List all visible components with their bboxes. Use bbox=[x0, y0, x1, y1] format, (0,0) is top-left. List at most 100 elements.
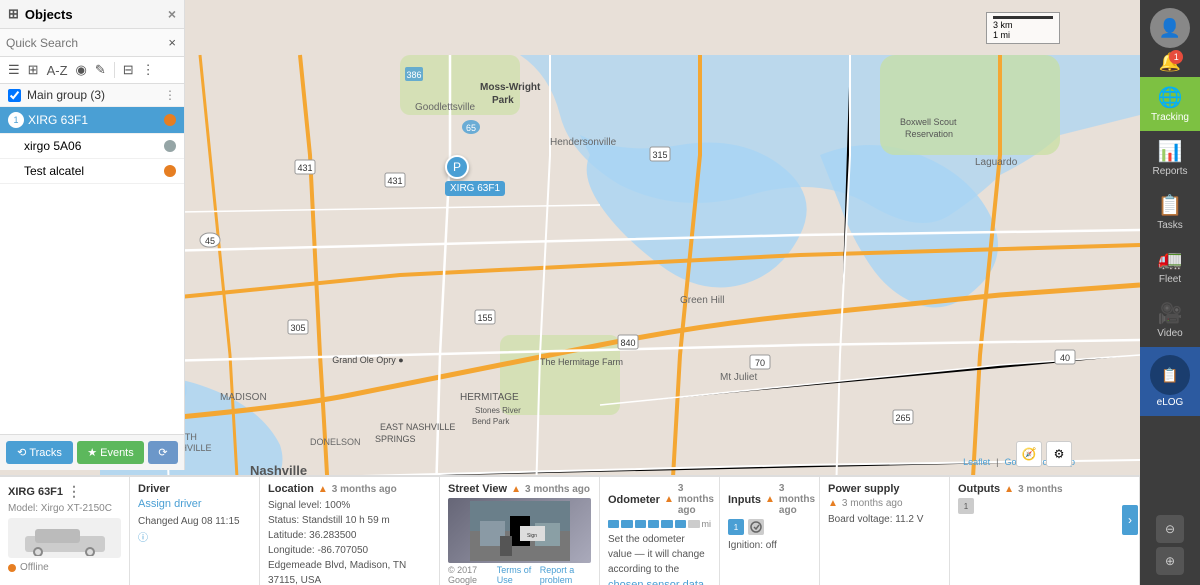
events-icon: ★ bbox=[87, 446, 97, 459]
scale-mi: 1 mi bbox=[993, 30, 1053, 40]
radio-button[interactable]: ◉ bbox=[74, 60, 89, 80]
svg-text:Boxwell Scout: Boxwell Scout bbox=[900, 117, 957, 127]
sort-button[interactable]: A-Z bbox=[45, 61, 70, 80]
nav-zoom-plus[interactable]: ⊕ bbox=[1156, 547, 1184, 575]
svg-text:Sign: Sign bbox=[526, 533, 536, 539]
svg-text:Bend Park: Bend Park bbox=[472, 417, 510, 426]
sv-terms-link[interactable]: Terms of Use bbox=[497, 565, 536, 585]
cols-button[interactable]: ⊟ bbox=[121, 60, 136, 80]
nav-fleet[interactable]: 🚛 Fleet bbox=[1140, 239, 1200, 293]
search-input[interactable] bbox=[6, 36, 166, 50]
svg-text:HERMITAGE: HERMITAGE bbox=[460, 392, 519, 403]
close-panel-button[interactable]: × bbox=[168, 6, 176, 22]
assign-driver-link[interactable]: Assign driver bbox=[138, 498, 202, 510]
vehicle-thumbnail bbox=[8, 518, 121, 558]
device-name: xirgo 5A06 bbox=[24, 139, 164, 153]
odo-timestamp: 3 months ago bbox=[678, 483, 714, 516]
notification-button[interactable]: 🔔 1 bbox=[1159, 52, 1181, 73]
device-list: 1 XIRG 63F1 xirgo 5A06 Test alcatel bbox=[0, 107, 184, 434]
elog-circle: 📋 bbox=[1150, 355, 1190, 395]
svg-text:Park: Park bbox=[492, 95, 514, 106]
svg-text:431: 431 bbox=[387, 176, 402, 186]
more-button[interactable]: ⋮ bbox=[140, 60, 157, 80]
settings-map-button[interactable]: ⚙ bbox=[1046, 441, 1072, 467]
fleet-icon: 🚛 bbox=[1158, 247, 1183, 272]
svg-text:840: 840 bbox=[620, 338, 635, 348]
info-icon: ⓘ bbox=[138, 533, 148, 544]
vehicle-title: XIRG 63F1 ⋮ bbox=[8, 483, 121, 500]
events-button[interactable]: ★ Events bbox=[77, 441, 144, 464]
power-warning-icon: ▲ bbox=[828, 498, 838, 509]
history-button[interactable]: ⟳ bbox=[148, 441, 178, 464]
vehicle-menu-button[interactable]: ⋮ bbox=[67, 483, 81, 500]
marker-label: XIRG 63F1 bbox=[445, 181, 505, 196]
nav-tasks[interactable]: 📋 Tasks bbox=[1140, 185, 1200, 239]
outputs-warning-icon: ▲ bbox=[1004, 484, 1014, 495]
svg-text:315: 315 bbox=[652, 150, 667, 160]
svg-text:MADISON: MADISON bbox=[220, 392, 267, 403]
main-group-checkbox[interactable] bbox=[8, 89, 21, 102]
vehicle-name: XIRG 63F1 bbox=[8, 486, 63, 498]
board-voltage-text: Board voltage: 11.2 V bbox=[828, 512, 941, 527]
scale-bar: 3 km 1 mi bbox=[986, 12, 1060, 44]
svg-text:Goodlettsville: Goodlettsville bbox=[415, 102, 475, 113]
sv-report-link[interactable]: Report a problem bbox=[540, 565, 591, 585]
device-name: XIRG 63F1 bbox=[28, 113, 164, 127]
tracks-icon: ⟲ bbox=[17, 446, 26, 459]
compass-button[interactable]: 🧭 bbox=[1016, 441, 1042, 467]
reports-label: Reports bbox=[1152, 166, 1187, 177]
nav-elog[interactable]: 📋 eLOG bbox=[1140, 347, 1200, 416]
input-icon-1: 1 bbox=[728, 519, 744, 535]
grid-view-button[interactable]: ⊞ bbox=[26, 60, 41, 80]
list-view-button[interactable]: ☰ bbox=[6, 60, 22, 80]
nav-zoom-minus[interactable]: ⊖ bbox=[1156, 515, 1184, 543]
marker-pin: P bbox=[445, 155, 469, 179]
driver-section: Driver Assign driver Changed Aug 08 11:1… bbox=[130, 477, 260, 585]
leaflet-link[interactable]: Leaflet bbox=[963, 457, 990, 467]
main-group[interactable]: Main group (3) ⋮ bbox=[0, 84, 184, 107]
svg-text:SPRINGS: SPRINGS bbox=[375, 434, 416, 444]
device-item[interactable]: 1 XIRG 63F1 bbox=[0, 107, 184, 134]
svg-text:Mt Juliet: Mt Juliet bbox=[720, 372, 757, 383]
panel-title: Objects bbox=[25, 7, 73, 22]
device-item[interactable]: xirgo 5A06 bbox=[0, 134, 184, 159]
history-icon: ⟳ bbox=[158, 446, 167, 459]
street-view-image[interactable]: Sign bbox=[448, 498, 591, 563]
odo-seg bbox=[648, 520, 659, 528]
odo-seg bbox=[608, 520, 619, 528]
location-label: Location bbox=[268, 483, 314, 495]
fleet-label: Fleet bbox=[1159, 274, 1181, 285]
panel-bottom-actions: ⟲ Tracks ★ Events ⟳ bbox=[0, 434, 184, 470]
tracking-label: Tracking bbox=[1151, 112, 1189, 123]
odo-seg bbox=[661, 520, 672, 528]
device-item[interactable]: Test alcatel bbox=[0, 159, 184, 184]
objects-panel: ⊞ Objects × × ☰ ⊞ A-Z ◉ ✎ ⊟ ⋮ Main group… bbox=[0, 0, 185, 470]
vehicle-marker[interactable]: P XIRG 63F1 bbox=[445, 155, 505, 196]
nav-reports[interactable]: 📊 Reports bbox=[1140, 131, 1200, 185]
objects-icon: ⊞ bbox=[8, 6, 19, 22]
odo-warning-icon: ▲ bbox=[664, 494, 674, 505]
svg-text:70: 70 bbox=[755, 358, 765, 368]
expand-info-button[interactable]: › bbox=[1122, 505, 1138, 535]
svg-text:Reservation: Reservation bbox=[905, 129, 953, 139]
tasks-label: Tasks bbox=[1157, 220, 1183, 231]
nav-video[interactable]: 🎥 Video bbox=[1140, 293, 1200, 347]
tracks-button[interactable]: ⟲ Tracks bbox=[6, 441, 73, 464]
scroll-indicator: ⋮ bbox=[164, 88, 176, 102]
svg-text:EAST NASHVILLE: EAST NASHVILLE bbox=[380, 422, 455, 432]
sv-timestamp: 3 months ago bbox=[525, 484, 590, 495]
lon-text: Longitude: -86.707050 bbox=[268, 543, 431, 558]
events-label: Events bbox=[100, 447, 134, 459]
tasks-icon: 📋 bbox=[1158, 193, 1183, 218]
odo-unit: mi bbox=[702, 519, 712, 529]
odo-sensor-link[interactable]: chosen sensor data bbox=[608, 579, 704, 585]
input-icons-row: 1 bbox=[728, 519, 811, 535]
nav-tracking[interactable]: 🌐 Tracking bbox=[1140, 77, 1200, 131]
svg-text:265: 265 bbox=[895, 413, 910, 423]
edit-button[interactable]: ✎ bbox=[93, 60, 108, 80]
outputs-title: Outputs ▲ 3 months bbox=[958, 483, 1131, 495]
svg-text:155: 155 bbox=[477, 313, 492, 323]
offline-status: Offline bbox=[8, 562, 121, 573]
svg-text:Stones River: Stones River bbox=[475, 406, 521, 415]
search-close-button[interactable]: × bbox=[166, 33, 178, 52]
